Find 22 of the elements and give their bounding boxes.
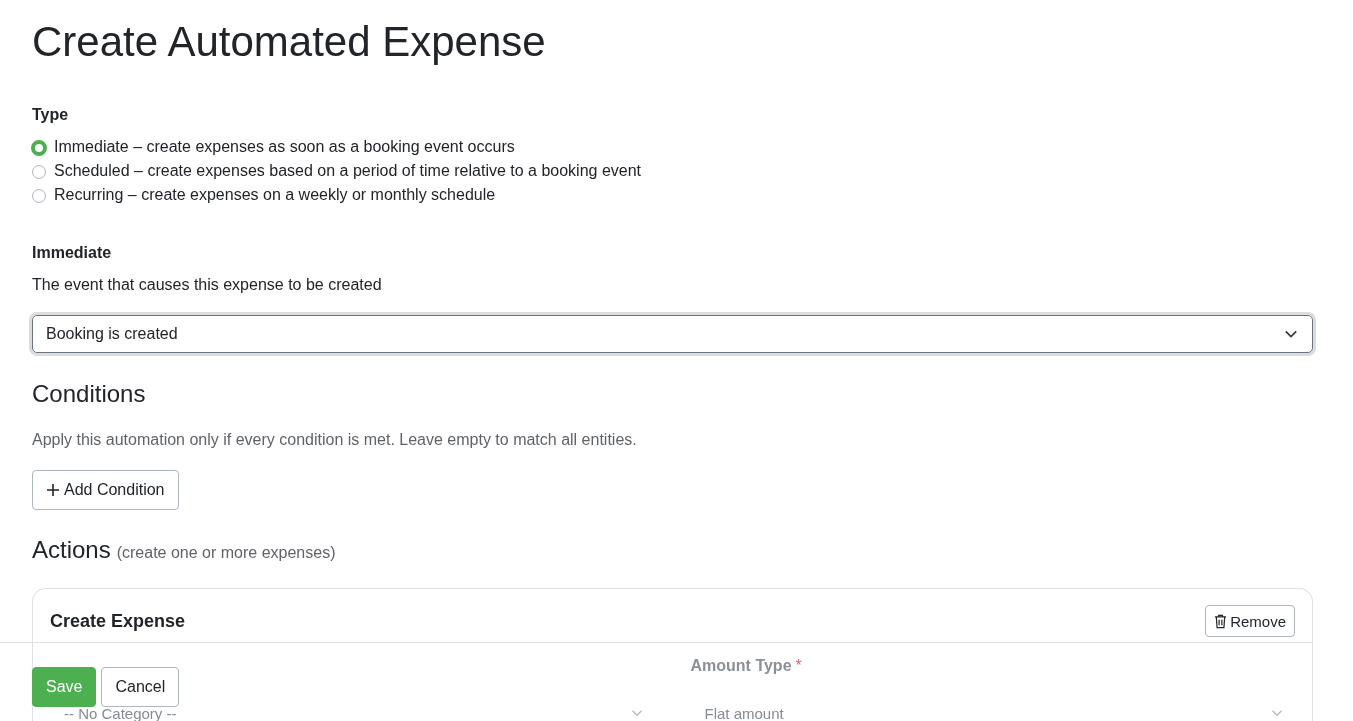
radio-label[interactable]: Scheduled – create expenses based on a period of time relative to a booking event <box>54 162 642 180</box>
field-label: Amount Type <box>690 657 792 675</box>
radio-button[interactable] <box>31 140 47 156</box>
plus-icon <box>46 483 60 497</box>
section-label: Immediate <box>32 243 113 263</box>
radio-label[interactable]: Immediate – create expenses as soon as a booking event occurs <box>54 138 515 156</box>
remove-button[interactable]: Remove <box>1205 605 1295 637</box>
radio-label[interactable]: Recurring – create expenses on a weekly or monthly schedule <box>54 186 496 204</box>
add-condition-button[interactable]: Add Condition <box>32 470 179 510</box>
section-heading: Actions <box>32 536 111 564</box>
trash-icon <box>1214 613 1228 629</box>
cancel-button[interactable]: Cancel <box>101 667 180 707</box>
field-label: Type <box>32 105 70 125</box>
event-select[interactable]: Booking is created <box>32 315 1313 353</box>
page-title: Create Automated Expense <box>32 18 547 66</box>
description-text: The event that causes this expense to be created <box>32 275 383 295</box>
required-mark: * <box>795 657 802 675</box>
card-title: Create Expense <box>50 610 186 632</box>
description-text: Apply this automation only if every condition is met. Leave empty to match all entities. <box>32 430 638 450</box>
select-field[interactable]: Flat amount <box>690 707 1295 721</box>
section-note: (create one or more expenses) <box>116 544 336 562</box>
section-heading: Conditions <box>32 379 147 409</box>
